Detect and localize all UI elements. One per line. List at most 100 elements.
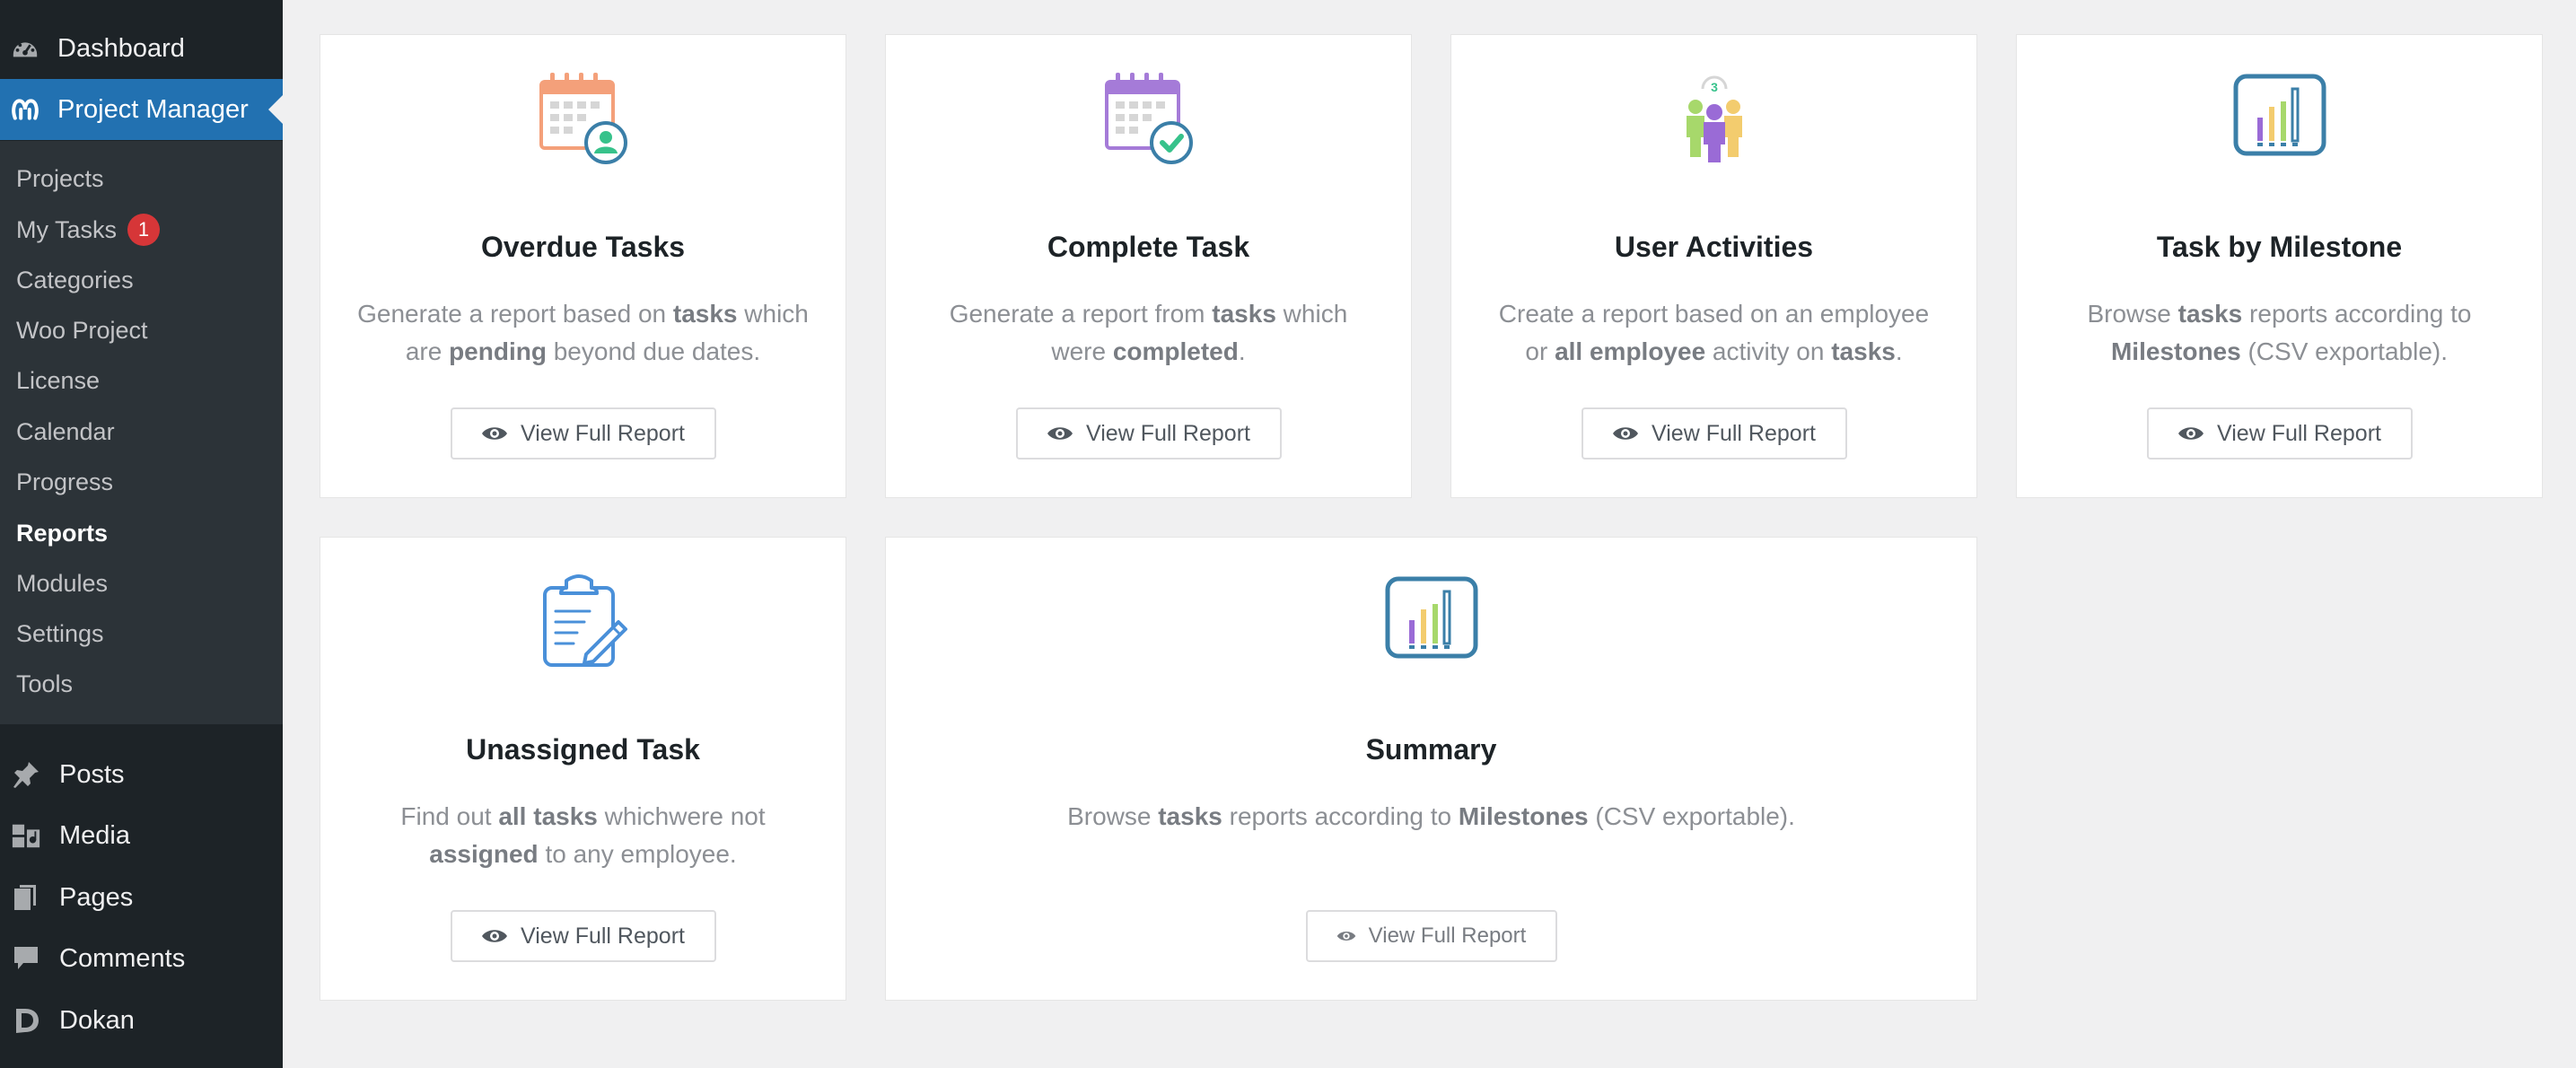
- sidebar-item-label: My Tasks: [16, 215, 118, 243]
- button-label: View Full Report: [1368, 924, 1527, 948]
- report-title: Overdue Tasks: [480, 231, 686, 263]
- sidebar-item-label: Woo Project: [16, 316, 148, 344]
- report-description: Find out all tasks whichwere not assigne…: [356, 798, 810, 873]
- sidebar-item-label: Comments: [59, 943, 186, 973]
- report-card-task-by-milestone: Task by Milestone Browse tasks reports a…: [2016, 34, 2543, 498]
- report-card-unassigned-task: Unassigned Task Find out all tasks which…: [320, 537, 846, 1001]
- dashboard-icon: [11, 34, 39, 63]
- eye-icon: [1047, 427, 1073, 440]
- button-label: View Full Report: [521, 420, 685, 446]
- report-title: User Activities: [1614, 231, 1814, 263]
- eye-icon: [1336, 932, 1355, 941]
- sidebar-item-label: Tools: [16, 670, 74, 697]
- pages-icon: [11, 882, 41, 913]
- sidebar-item-label: Progress: [16, 468, 114, 495]
- eye-icon: [2178, 427, 2204, 440]
- description-text: Browse: [2087, 300, 2178, 328]
- current-menu-arrow: [268, 95, 283, 124]
- sidebar-item-label: Modules: [16, 569, 109, 597]
- view-full-report-button[interactable]: View Full Report: [450, 910, 716, 962]
- report-title: Task by Milestone: [2156, 231, 2403, 263]
- report-card-user-activities: 3 User Activities Create a report based …: [1450, 34, 1977, 498]
- view-full-report-button[interactable]: View Full Report: [2146, 407, 2413, 460]
- report-card-summary: Summary Browse tasks reports according t…: [885, 537, 1977, 1001]
- view-full-report-button[interactable]: View Full Report: [1015, 407, 1282, 460]
- report-title: Unassigned Task: [466, 733, 700, 766]
- button-label: View Full Report: [521, 923, 685, 949]
- report-description: Browse tasks reports according to Milest…: [2053, 295, 2506, 371]
- sidebar-item-project-manager[interactable]: Project Manager: [0, 79, 283, 140]
- sidebar-item-settings[interactable]: Settings: [16, 616, 104, 652]
- calendar-user-icon: [539, 73, 627, 164]
- media-icon: [11, 820, 41, 851]
- sidebar-item-label: Pages: [59, 882, 134, 912]
- sidebar-item-projects[interactable]: Projects: [16, 161, 104, 197]
- description-emphasis: assigned: [429, 840, 539, 868]
- description-text: reports according to: [1222, 802, 1459, 830]
- sidebar-item-my-tasks[interactable]: My Tasks 1: [16, 212, 161, 248]
- sidebar-item-woo-project[interactable]: Woo Project: [16, 312, 148, 348]
- report-title: Complete Task: [1047, 231, 1250, 263]
- view-full-report-button[interactable]: View Full Report: [1581, 407, 1847, 460]
- bar-chart-icon: [2233, 74, 2326, 156]
- sidebar-item-dokan[interactable]: Dokan: [0, 990, 283, 1051]
- description-text: whichwere not: [597, 802, 766, 830]
- sidebar-item-label: Project Manager: [57, 94, 249, 124]
- user-group-icon: 3: [1686, 75, 1742, 162]
- sidebar-item-label: License: [16, 366, 101, 394]
- bar-chart-icon: [1385, 576, 1477, 659]
- sidebar-item-label: Dashboard: [57, 33, 185, 63]
- sidebar-item-tools[interactable]: Tools: [16, 666, 73, 702]
- sidebar-item-dashboard[interactable]: Dashboard: [0, 18, 283, 79]
- button-label: View Full Report: [2217, 420, 2381, 446]
- description-emphasis: tasks: [672, 300, 738, 328]
- report-card-complete-task: Complete Task Generate a report from tas…: [885, 34, 1412, 498]
- pin-icon: [11, 759, 41, 790]
- description-text: reports according to: [2242, 300, 2472, 328]
- description-text: .: [1238, 337, 1246, 365]
- calendar-check-icon: [1104, 73, 1193, 164]
- description-text: beyond due dates.: [546, 337, 761, 365]
- description-emphasis: tasks: [1212, 300, 1276, 328]
- report-title: Summary: [1365, 733, 1497, 766]
- sidebar-item-label: Posts: [59, 759, 125, 789]
- description-text: (CSV exportable).: [1588, 802, 1795, 830]
- sidebar-item-modules[interactable]: Modules: [16, 565, 108, 601]
- description-text: activity on: [1705, 337, 1832, 365]
- description-text: Generate a report from: [949, 300, 1213, 328]
- sidebar-item-label: Categories: [16, 266, 134, 293]
- sidebar-item-label: Settings: [16, 619, 104, 647]
- description-emphasis: tasks: [2177, 300, 2243, 328]
- sidebar-item-pages[interactable]: Pages: [0, 867, 283, 928]
- description-text: Find out: [400, 802, 499, 830]
- description-emphasis: tasks: [1831, 337, 1896, 365]
- description-emphasis: all tasks: [498, 802, 598, 830]
- sidebar-item-progress[interactable]: Progress: [16, 464, 113, 500]
- description-text: .: [1895, 337, 1903, 365]
- button-label: View Full Report: [1086, 420, 1250, 446]
- description-text: Browse: [1067, 802, 1159, 830]
- tasks-count-badge: 1: [127, 214, 161, 246]
- eye-icon: [482, 427, 508, 440]
- report-description: Browse tasks reports according to Milest…: [922, 798, 1941, 836]
- project-manager-logo-icon: [11, 95, 39, 124]
- sidebar-item-categories[interactable]: Categories: [16, 262, 134, 298]
- report-description: Generate a report from tasks which were …: [922, 295, 1375, 371]
- sidebar-item-media[interactable]: Media: [0, 805, 283, 866]
- description-text: to any employee.: [538, 840, 737, 868]
- admin-sidebar: Dashboard Project Manager Projects My Ta…: [0, 0, 283, 1068]
- description-emphasis: tasks: [1158, 802, 1222, 830]
- view-full-report-button[interactable]: View Full Report: [1305, 910, 1557, 962]
- eye-icon: [482, 930, 508, 942]
- description-emphasis: completed: [1112, 337, 1239, 365]
- view-full-report-button[interactable]: View Full Report: [450, 407, 716, 460]
- sidebar-item-label: Media: [59, 820, 130, 850]
- sidebar-item-comments[interactable]: Comments: [0, 928, 283, 989]
- sidebar-item-calendar[interactable]: Calendar: [16, 414, 115, 450]
- sidebar-item-reports[interactable]: Reports: [16, 515, 108, 551]
- sidebar-item-license[interactable]: License: [16, 363, 100, 398]
- description-emphasis: Milestones: [2110, 337, 2241, 365]
- eye-icon: [1613, 427, 1639, 440]
- description-emphasis: pending: [449, 337, 547, 365]
- sidebar-item-posts[interactable]: Posts: [0, 744, 283, 805]
